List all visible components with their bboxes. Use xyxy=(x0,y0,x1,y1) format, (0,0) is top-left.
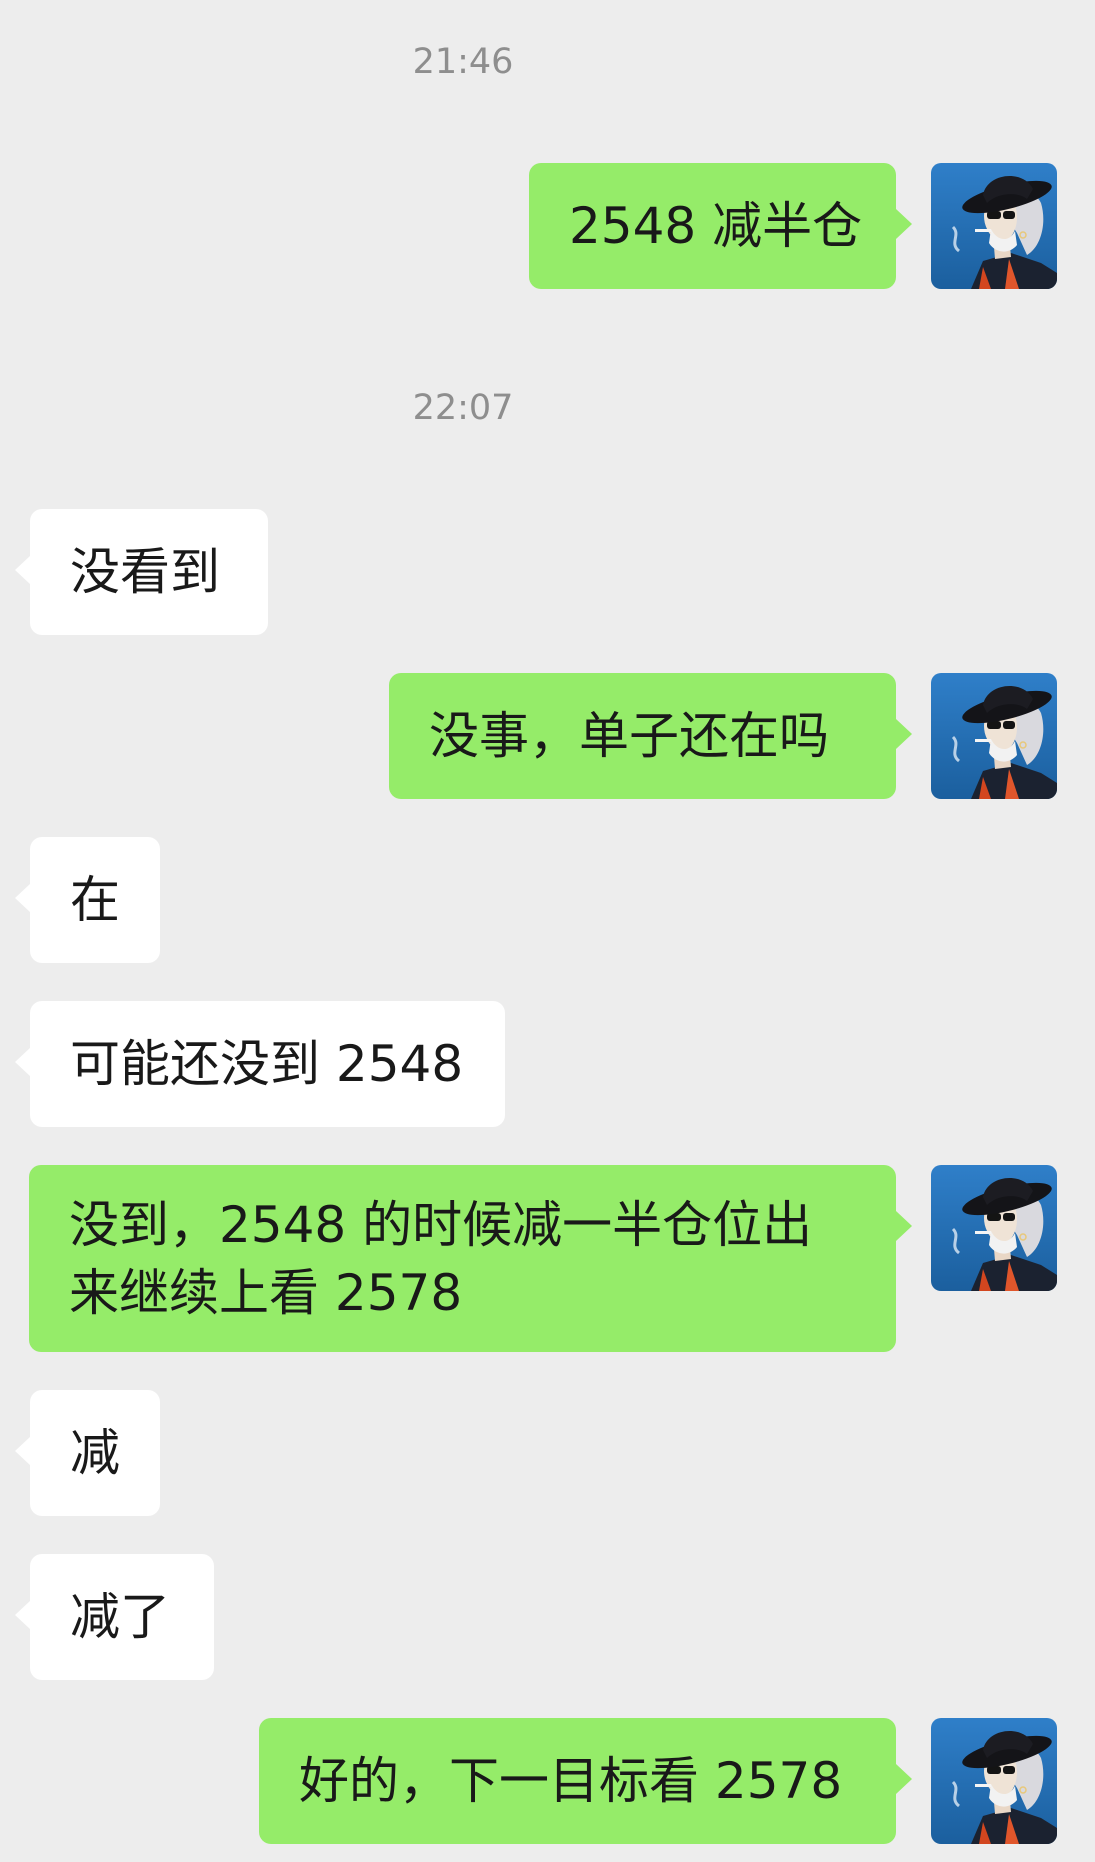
user-avatar-icon[interactable] xyxy=(931,1718,1057,1844)
user-avatar-icon[interactable] xyxy=(931,1165,1057,1291)
outgoing-message-bubble[interactable]: 好的，下一目标看 2578 xyxy=(259,1718,912,1844)
incoming-message-bubble[interactable]: 减 xyxy=(15,1390,160,1516)
incoming-message-bubble[interactable]: 在 xyxy=(15,837,160,963)
outgoing-message-bubble[interactable]: 没事，单子还在吗 xyxy=(389,673,912,799)
user-avatar-icon[interactable] xyxy=(931,163,1057,289)
timestamp: 22:07 xyxy=(412,388,514,428)
user-avatar-icon[interactable] xyxy=(931,673,1057,799)
incoming-message-bubble[interactable]: 减了 xyxy=(15,1554,214,1680)
outgoing-message-bubble[interactable]: 没到，2548 的时候减一半仓位出来继续上看 2578 xyxy=(29,1165,912,1352)
outgoing-message-bubble[interactable]: 2548 减半仓 xyxy=(529,163,912,289)
incoming-message-bubble[interactable]: 没看到 xyxy=(15,509,268,635)
timestamp: 21:46 xyxy=(412,42,514,82)
incoming-message-bubble[interactable]: 可能还没到 2548 xyxy=(15,1001,505,1127)
